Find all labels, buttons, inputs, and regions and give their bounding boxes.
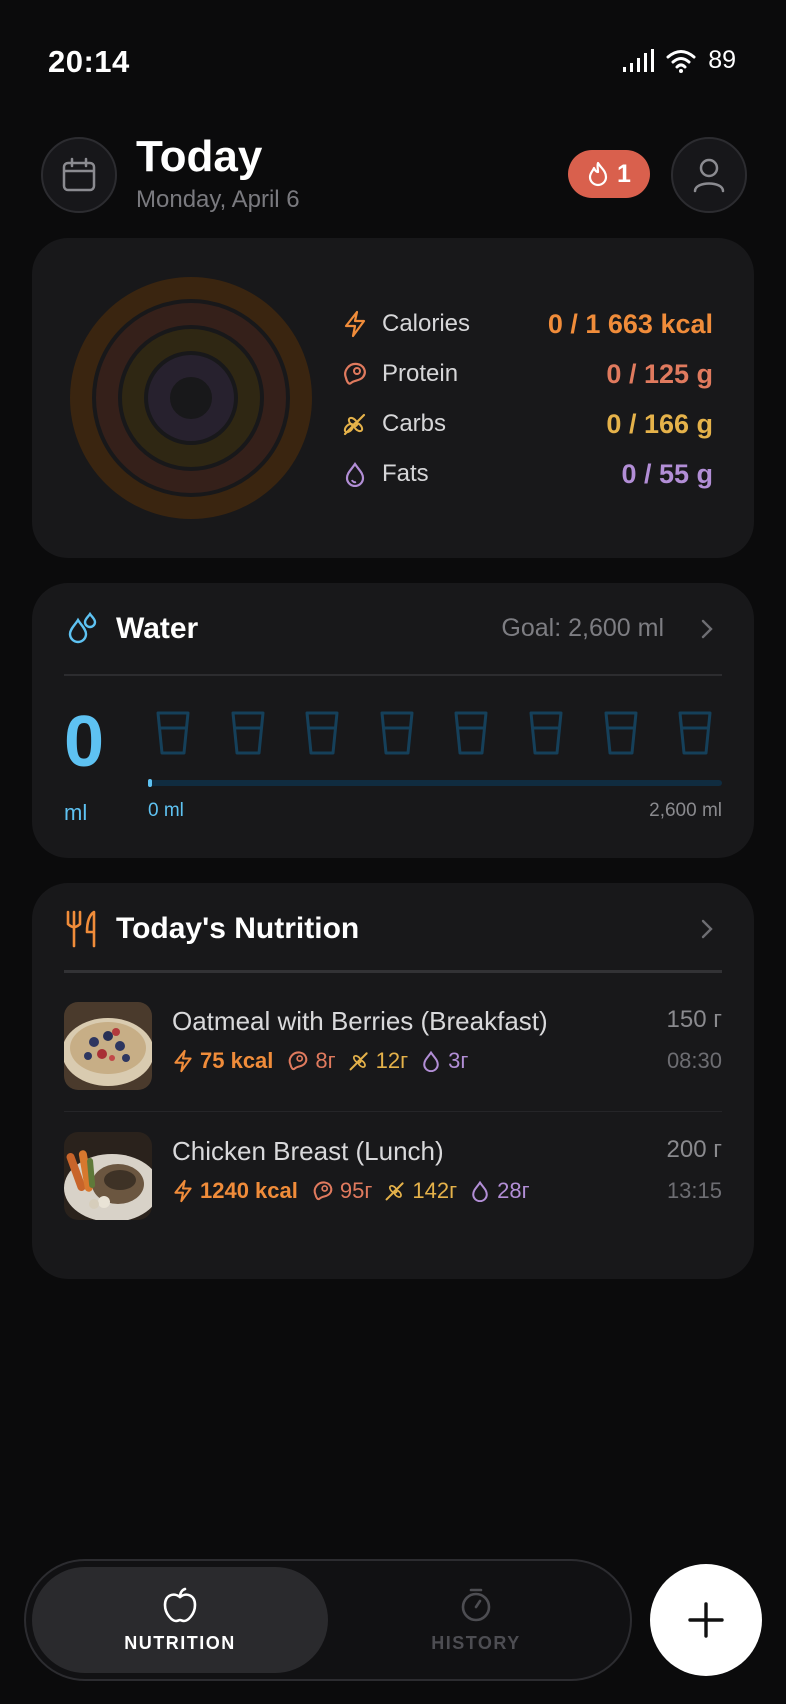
macro-value: 0 / 125 g — [606, 358, 713, 389]
meal-divider — [64, 1111, 722, 1112]
meal-kcal: 1240 kcal — [200, 1178, 298, 1203]
meat-icon — [340, 359, 370, 389]
chevron-right-icon[interactable] — [700, 918, 714, 940]
macro-label: Carbs — [382, 410, 447, 437]
water-glass[interactable] — [603, 710, 639, 756]
nutrition-title: Today's Nutrition — [116, 912, 360, 945]
macro-label: Calories — [382, 310, 471, 337]
water-divider — [64, 674, 722, 676]
grain-icon — [340, 409, 370, 439]
nav-label: NUTRITION — [124, 1633, 236, 1653]
add-meal-button[interactable] — [650, 1564, 762, 1676]
drop-icon — [340, 459, 370, 489]
fats-ring — [148, 355, 234, 441]
plus-icon — [688, 1602, 724, 1638]
water-glass[interactable] — [230, 710, 266, 756]
nutrition-divider — [64, 970, 722, 973]
meal-carbs: 142г — [412, 1178, 458, 1203]
utensils-icon — [66, 910, 96, 948]
battery-level: 89 — [708, 46, 736, 74]
meal-protein: 95г — [339, 1178, 373, 1203]
wifi-icon — [666, 49, 696, 73]
meal-time: 13:15 — [666, 1178, 722, 1203]
water-max-label: 2,600 ml — [649, 800, 722, 821]
meal-weight: 150 г — [666, 1006, 722, 1033]
streak-count: 1 — [617, 159, 631, 188]
calendar-icon — [62, 157, 96, 192]
user-icon — [693, 158, 725, 193]
grain-icon — [349, 1052, 368, 1071]
water-glass[interactable] — [155, 710, 191, 756]
timer-icon — [461, 1588, 491, 1622]
macro-label: Protein — [382, 360, 459, 387]
meal-name: Oatmeal with Berries (Breakfast) — [172, 1006, 548, 1036]
bolt-icon — [174, 1179, 192, 1203]
meal-stats: 1240 kcal 95г 142г 28г — [172, 1178, 530, 1204]
meal-fats: 28г — [497, 1178, 530, 1203]
water-unit: ml — [64, 800, 88, 825]
macro-value: 0 / 1 663 kcal — [547, 308, 713, 339]
meal-carbs: 12г — [375, 1048, 409, 1073]
meal-item[interactable]: Oatmeal with Berries (Breakfast) 150 г 7… — [64, 1000, 722, 1100]
meal-photo-oatmeal — [64, 1002, 152, 1090]
nav-tab-nutrition[interactable]: NUTRITION — [32, 1567, 328, 1673]
page-title: Today — [136, 132, 263, 181]
bolt-icon — [174, 1049, 192, 1073]
meal-photo-chicken — [64, 1132, 152, 1220]
water-progress-track — [148, 779, 722, 787]
water-drop-icon — [68, 612, 97, 644]
page-date: Monday, April 6 — [136, 186, 300, 213]
macro-row-protein: Protein 0 / 125 g — [340, 354, 713, 394]
profile-button[interactable] — [671, 137, 747, 213]
status-time: 20:14 — [48, 44, 130, 79]
water-glass[interactable] — [304, 710, 340, 756]
meat-icon — [313, 1181, 333, 1201]
water-progress-fill — [148, 779, 152, 787]
water-glass[interactable] — [528, 710, 564, 756]
nav-tab-history[interactable]: HISTORY — [336, 1567, 616, 1673]
nav-label: HISTORY — [431, 1633, 521, 1653]
macro-row-fats: Fats 0 / 55 g — [340, 454, 713, 494]
water-glass[interactable] — [677, 710, 713, 756]
macro-rings — [70, 277, 312, 519]
signal-icon — [623, 48, 655, 72]
bolt-icon — [340, 309, 370, 339]
drop-icon — [423, 1050, 439, 1072]
water-title: Water — [116, 612, 199, 645]
grain-icon — [385, 1182, 405, 1201]
water-glass[interactable] — [379, 710, 415, 756]
macro-row-calories: Calories 0 / 1 663 kcal — [340, 304, 713, 344]
streak-badge[interactable]: 1 — [568, 150, 650, 198]
meal-fats: 3г — [448, 1048, 469, 1073]
meal-kcal: 75 kcal — [200, 1048, 274, 1073]
chevron-right-icon[interactable] — [700, 618, 714, 640]
water-goal[interactable]: Goal: 2,600 ml — [501, 614, 664, 643]
macro-row-carbs: Carbs 0 / 166 g — [340, 404, 713, 444]
water-min-label: 0 ml — [148, 800, 184, 821]
flame-icon — [588, 161, 608, 187]
meal-protein: 8г — [315, 1048, 336, 1073]
meal-stats: 75 kcal 8г 12г 3г — [172, 1048, 468, 1074]
meal-item[interactable]: Chicken Breast (Lunch) 200 г 1240 kcal 9… — [64, 1130, 722, 1230]
macro-label: Fats — [382, 460, 429, 487]
apple-icon — [163, 1587, 197, 1623]
macro-value: 0 / 166 g — [606, 408, 713, 439]
macro-value: 0 / 55 g — [621, 458, 713, 489]
meat-icon — [289, 1051, 308, 1071]
calendar-button[interactable] — [41, 137, 117, 213]
water-amount: 0 — [64, 702, 105, 782]
status-icons: 89 — [622, 46, 736, 75]
meal-weight: 200 г — [666, 1136, 722, 1163]
water-glass[interactable] — [453, 710, 489, 756]
meal-time: 08:30 — [666, 1048, 722, 1073]
drop-icon — [472, 1180, 488, 1202]
meal-name: Chicken Breast (Lunch) — [172, 1136, 444, 1166]
